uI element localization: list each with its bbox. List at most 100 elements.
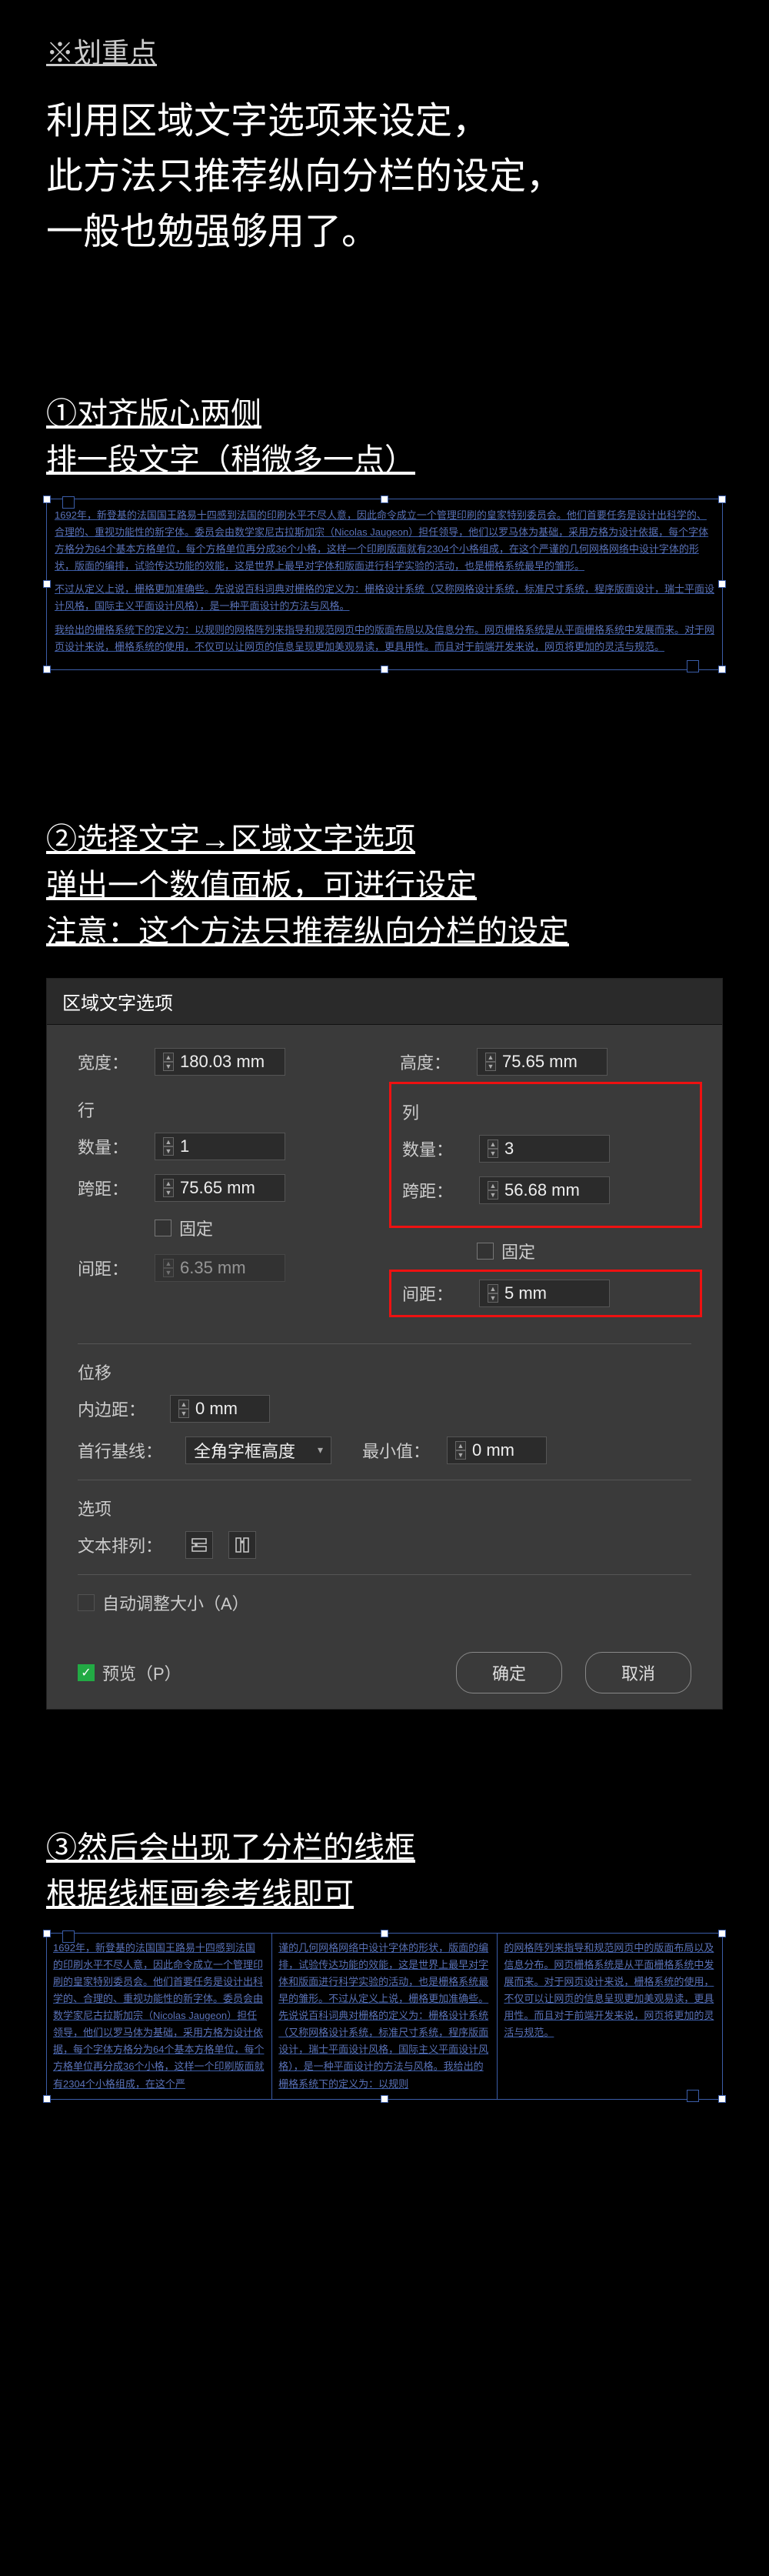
step2-title: ②选择文字→区域文字选项 弹出一个数值面板，可进行设定 注意：这个方法只推荐纵向…: [46, 816, 723, 955]
stepper-icon[interactable]: ▲▼: [455, 1441, 466, 1460]
rows-gutter-value: 6.35 mm: [180, 1258, 246, 1278]
rows-fixed-label: 固定: [179, 1216, 213, 1240]
preview-checkbox[interactable]: ✓ 预览（P）: [78, 1660, 181, 1685]
width-input[interactable]: ▲▼ 180.03 mm: [155, 1048, 285, 1076]
baseline-dropdown[interactable]: 全角字框高度 ▾: [185, 1436, 331, 1464]
cols-fixed-checkbox[interactable]: 固定: [477, 1239, 535, 1263]
resize-handle[interactable]: [381, 496, 388, 503]
min-input[interactable]: ▲▼ 0 mm: [447, 1436, 547, 1464]
thread-in-port[interactable]: [62, 496, 75, 509]
rows-span-label: 跨距：: [78, 1176, 139, 1200]
cols-gutter-input[interactable]: ▲▼ 5 mm: [479, 1280, 610, 1307]
cols-span-value: 56.68 mm: [504, 1180, 580, 1200]
ok-button[interactable]: 确定: [456, 1652, 562, 1693]
cols-count-value: 3: [504, 1139, 514, 1159]
sample-text: 我给出的栅格系统下的定义为：以规则的网格阵列来指导和规范网页中的版面布局以及信息…: [55, 622, 714, 656]
rows-gutter-input: ▲▼ 6.35 mm: [155, 1254, 285, 1282]
baseline-label: 首行基线：: [78, 1438, 170, 1463]
rows-gutter-label: 间距：: [78, 1256, 139, 1280]
resize-handle[interactable]: [43, 666, 51, 673]
inset-value: 0 mm: [195, 1399, 238, 1419]
column-text: 谨的几何网格网络中设计字体的形状，版面的编排，试验传达功能的效能，这是世界上最早…: [272, 1934, 497, 2099]
auto-resize-checkbox: 自动调整大小（A）: [78, 1590, 249, 1615]
resize-handle[interactable]: [43, 2095, 51, 2103]
resize-handle[interactable]: [718, 1930, 726, 1937]
sample-text: 不过从定义上说，栅格更加准确些。先说说百科词典对栅格的定义为：栅格设计系统（又称…: [55, 581, 714, 615]
cols-count-input[interactable]: ▲▼ 3: [479, 1135, 610, 1163]
height-input[interactable]: ▲▼ 75.65 mm: [477, 1048, 608, 1076]
text-flow-vertical-button[interactable]: [228, 1531, 256, 1559]
checkbox-icon: [78, 1594, 95, 1611]
rows-count-value: 1: [180, 1136, 189, 1156]
highlight-columns: 列 数量： ▲▼ 3 跨距： ▲▼ 56.68 mm: [389, 1082, 702, 1228]
flow-label: 文本排列：: [78, 1533, 170, 1557]
cols-gutter-value: 5 mm: [504, 1283, 547, 1303]
text-frame-single[interactable]: 1692年，新登基的法国国王路易十四感到法国的印刷水平不尽人意，因此命令成立一个…: [46, 499, 723, 670]
stepper-icon[interactable]: ▲▼: [488, 1284, 498, 1303]
resize-handle[interactable]: [381, 1930, 388, 1937]
checkbox-icon: ✓: [78, 1664, 95, 1681]
height-value: 75.65 mm: [502, 1052, 578, 1072]
resize-handle[interactable]: [381, 2095, 388, 2103]
cancel-button[interactable]: 取消: [585, 1652, 691, 1693]
stepper-icon[interactable]: ▲▼: [485, 1053, 496, 1071]
resize-handle[interactable]: [718, 2095, 726, 2103]
min-label: 最小值：: [362, 1438, 431, 1463]
step1-title: ①对齐版心两侧 排一段文字（稍微多一点）: [46, 391, 723, 483]
thread-out-port[interactable]: [687, 2090, 699, 2102]
options-section-label: 选项: [78, 1496, 691, 1520]
rows-span-value: 75.65 mm: [180, 1178, 255, 1198]
auto-resize-label: 自动调整大小（A）: [102, 1590, 249, 1615]
resize-handle[interactable]: [43, 580, 51, 588]
stepper-icon[interactable]: ▲▼: [163, 1179, 174, 1197]
height-label: 高度：: [400, 1049, 461, 1074]
flow-cols-icon: [235, 1537, 250, 1553]
inset-input[interactable]: ▲▼ 0 mm: [170, 1395, 270, 1423]
cols-span-input[interactable]: ▲▼ 56.68 mm: [479, 1176, 610, 1204]
text-frame-three-column[interactable]: 1692年，新登基的法国国王路易十四感到法国的印刷水平不尽人意，因此命令成立一个…: [46, 1933, 723, 2100]
column-text: 的网格阵列来指导和规范网页中的版面布局以及信息分布。网页栅格系统是从平面栅格系统…: [498, 1934, 722, 2099]
baseline-value: 全角字框高度: [194, 1438, 295, 1463]
min-value: 0 mm: [472, 1440, 514, 1460]
key-point-header: ※划重点: [46, 31, 723, 71]
cols-section-label: 列: [402, 1099, 689, 1124]
stepper-icon[interactable]: ▲▼: [163, 1053, 174, 1071]
cols-gutter-label: 间距：: [402, 1281, 464, 1306]
stepper-icon[interactable]: ▲▼: [488, 1181, 498, 1200]
rows-fixed-checkbox[interactable]: 固定: [155, 1216, 213, 1240]
highlight-gutter: 间距： ▲▼ 5 mm: [389, 1270, 702, 1317]
flow-rows-icon: [191, 1537, 207, 1553]
cols-fixed-label: 固定: [501, 1239, 535, 1263]
resize-handle[interactable]: [718, 580, 726, 588]
area-type-options-dialog: 区域文字选项 宽度： ▲▼ 180.03 mm 高度： ▲▼ 75.65 m: [46, 978, 723, 1710]
rows-span-input[interactable]: ▲▼ 75.65 mm: [155, 1174, 285, 1202]
stepper-icon[interactable]: ▲▼: [178, 1400, 189, 1418]
checkbox-icon: [477, 1243, 494, 1260]
sample-text: 1692年，新登基的法国国王路易十四感到法国的印刷水平不尽人意，因此命令成立一个…: [55, 507, 714, 575]
rows-count-label: 数量：: [78, 1134, 139, 1159]
divider: [78, 1574, 691, 1575]
dialog-title: 区域文字选项: [47, 979, 722, 1025]
thread-out-port[interactable]: [687, 660, 699, 672]
offset-section-label: 位移: [78, 1360, 691, 1384]
cols-span-label: 跨距：: [402, 1178, 464, 1203]
resize-handle[interactable]: [381, 666, 388, 673]
key-point-body: 利用区域文字选项来设定， 此方法只推荐纵向分栏的设定， 一般也勉强够用了。: [46, 94, 723, 260]
thread-in-port[interactable]: [62, 1930, 75, 1943]
width-label: 宽度：: [78, 1049, 139, 1074]
resize-handle[interactable]: [43, 496, 51, 503]
stepper-icon: ▲▼: [163, 1259, 174, 1277]
inset-label: 内边距：: [78, 1396, 155, 1421]
stepper-icon[interactable]: ▲▼: [488, 1140, 498, 1158]
resize-handle[interactable]: [43, 1930, 51, 1937]
resize-handle[interactable]: [718, 496, 726, 503]
stepper-icon[interactable]: ▲▼: [163, 1137, 174, 1156]
divider: [78, 1343, 691, 1344]
rows-section-label: 行: [78, 1097, 369, 1122]
cols-count-label: 数量：: [402, 1136, 464, 1161]
preview-label: 预览（P）: [102, 1660, 181, 1685]
text-flow-horizontal-button[interactable]: [185, 1531, 213, 1559]
resize-handle[interactable]: [718, 666, 726, 673]
step3-title: ③然后会出现了分栏的线框 根据线框画参考线即可: [46, 1825, 723, 1917]
rows-count-input[interactable]: ▲▼ 1: [155, 1133, 285, 1160]
